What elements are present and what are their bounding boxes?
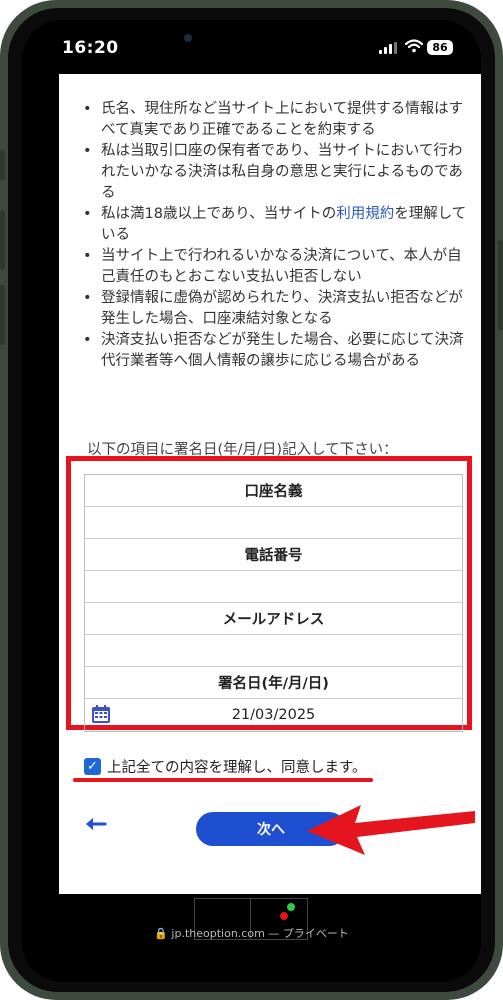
- power-button: [498, 240, 503, 330]
- email-label: メールアドレス: [85, 603, 462, 635]
- agreement-checkbox[interactable]: ✓: [84, 758, 101, 775]
- annotation-red-arrow: [307, 805, 475, 855]
- terms-list: 氏名、現住所など当サイト上において提供する情報はすべて真実であり正確であることを…: [79, 99, 474, 372]
- phone-screen: 16:20 86 氏名、現住所など当サイト上において提供する情報はすべて真実であ…: [22, 20, 481, 982]
- cellular-signal-icon: [379, 42, 399, 54]
- signature-date-value: 21/03/2025: [231, 707, 316, 723]
- volume-up-button: [0, 210, 5, 270]
- volume-down-button: [0, 285, 5, 345]
- terms-item: 登録情報に虚偽が認められたり、決済支払い拒否などが発生した場合、口座凍結対象とな…: [79, 288, 474, 330]
- phone-number-label: 電話番号: [85, 539, 462, 571]
- web-content[interactable]: 氏名、現住所など当サイト上において提供する情報はすべて真実であり正確であることを…: [59, 74, 481, 894]
- terms-item: 当サイト上で行われるいかなる決済について、本人が自己責任のもとおこない支払い拒否…: [79, 246, 474, 288]
- back-arrow-icon[interactable]: [83, 816, 107, 832]
- terms-item: 私は当取引口座の保有者であり、当サイトにおいて行われたいかなる決済は私自身の意思…: [79, 141, 474, 204]
- battery-indicator: 86: [427, 40, 453, 55]
- terms-item: 私は満18歳以上であり、当サイトの利用規約を理解している: [79, 204, 474, 246]
- signature-date-label: 署名日(年/月/日): [85, 667, 462, 699]
- terms-of-use-link[interactable]: 利用規約: [336, 206, 394, 222]
- terms-item: 氏名、現住所など当サイト上において提供する情報はすべて真実であり正確であることを…: [79, 99, 474, 141]
- phone-number-input[interactable]: [85, 571, 462, 603]
- signature-table: 口座名義 電話番号 メールアドレス 署名日(年/月/日) 21/03/2025: [84, 474, 463, 732]
- wifi-icon: [405, 39, 423, 53]
- terms-item: 決済支払い拒否などが発生した場合、必要に応じて決済代行業者等へ個人情報の譲歩に応…: [79, 330, 474, 372]
- annotation-red-underline: [73, 778, 373, 782]
- account-name-label: 口座名義: [85, 475, 462, 507]
- signature-date-input[interactable]: 21/03/2025: [85, 699, 462, 731]
- status-bar: 16:20 86: [22, 20, 481, 74]
- terms-item-text: 私は満18歳以上であり、当サイトの: [101, 206, 337, 222]
- red-dot: [280, 912, 288, 920]
- calendar-icon[interactable]: [91, 704, 111, 724]
- mute-switch: [0, 150, 5, 180]
- account-name-input[interactable]: [85, 507, 462, 539]
- browser-address-bar[interactable]: 🔒 jp.theoption.com — プライベート: [22, 925, 481, 941]
- status-time: 16:20: [62, 38, 119, 58]
- camera-dot: [184, 34, 192, 42]
- email-input[interactable]: [85, 635, 462, 667]
- green-dot: [287, 903, 295, 911]
- lock-icon: 🔒: [154, 927, 168, 940]
- agreement-checkbox-row[interactable]: ✓ 上記全ての内容を理解し、同意します。: [84, 756, 367, 777]
- agreement-label: 上記全ての内容を理解し、同意します。: [107, 760, 367, 776]
- address-text: jp.theoption.com — プライベート: [171, 927, 349, 940]
